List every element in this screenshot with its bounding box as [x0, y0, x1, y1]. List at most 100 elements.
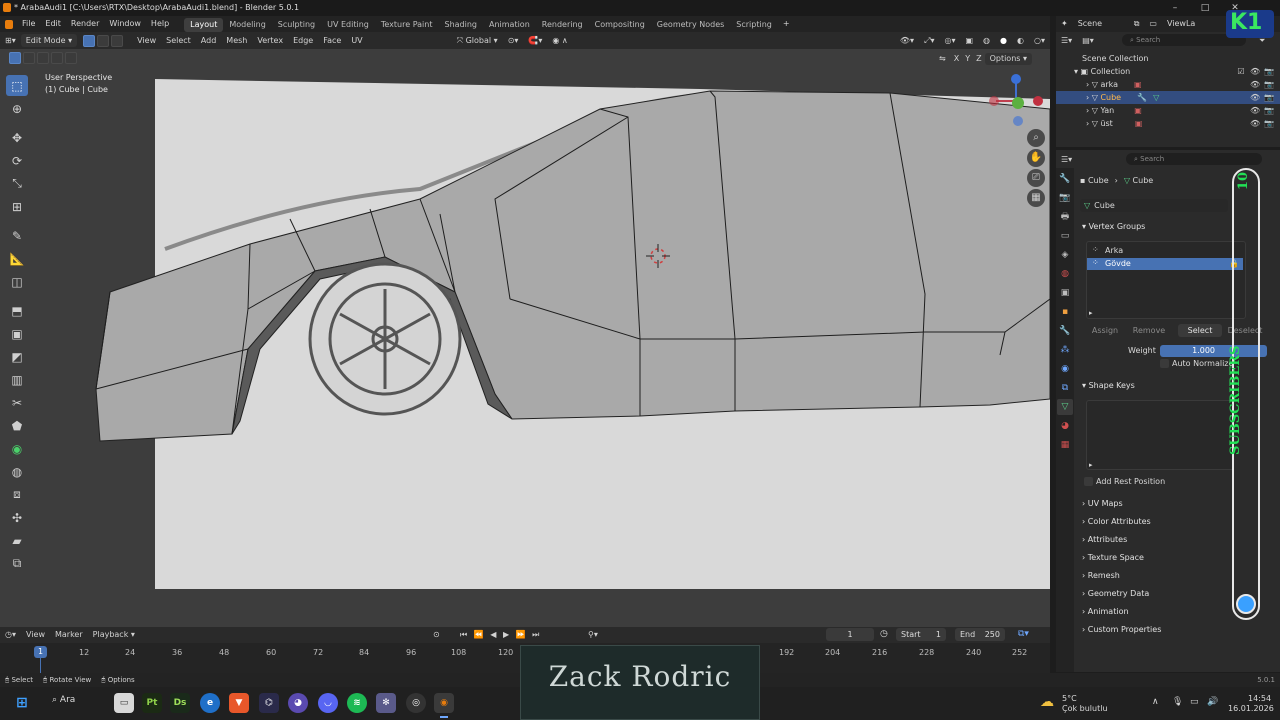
- add-rest-position-checkbox[interactable]: [1084, 477, 1093, 486]
- vertex-group-arka[interactable]: Arka: [1087, 245, 1243, 257]
- tab-scripting[interactable]: Scripting: [730, 18, 778, 32]
- menu-edit[interactable]: Edit: [40, 16, 66, 32]
- 3d-viewport[interactable]: User Perspective (1) Cube | Cube ⇋ X Y Z…: [0, 49, 1050, 627]
- taskbar-search[interactable]: ⌕ Ara: [52, 695, 75, 705]
- mirror-z-toggle[interactable]: Z: [973, 53, 984, 65]
- remove-button[interactable]: Remove: [1128, 324, 1170, 337]
- ust-visibility-icon[interactable]: 👁: [1250, 117, 1260, 130]
- current-frame-field[interactable]: 1: [826, 628, 874, 641]
- poly-build-tool-icon[interactable]: ⬟: [6, 415, 28, 436]
- discord-icon[interactable]: ◡: [318, 693, 338, 713]
- volume-icon[interactable]: 🔊: [1207, 697, 1218, 707]
- timeline-menu-playback[interactable]: Playback ▾: [88, 627, 140, 643]
- editor-type-icon[interactable]: ⊞▾: [0, 32, 21, 49]
- timeline-menu-marker[interactable]: Marker: [50, 627, 88, 643]
- collection-render-icon[interactable]: 📷: [1264, 65, 1274, 78]
- transform-tool-icon[interactable]: ⊞: [6, 196, 28, 217]
- section-texture-space[interactable]: › Texture Space: [1082, 552, 1232, 564]
- designer-app-icon[interactable]: Ds: [170, 693, 190, 713]
- cube-visibility-icon[interactable]: 👁: [1250, 91, 1260, 104]
- mesh-data-name-field[interactable]: ▽ Cube: [1080, 199, 1228, 212]
- spin-tool-icon[interactable]: ◉: [6, 438, 28, 459]
- collection-row[interactable]: ▾ ▣ Collection ☑ 👁 📷: [1056, 65, 1280, 78]
- microphone-icon[interactable]: 🎙: [1172, 697, 1183, 707]
- spotify-icon[interactable]: ≋: [347, 693, 367, 713]
- gizmo-icon[interactable]: ⤢▾: [919, 32, 939, 49]
- menu-edge[interactable]: Edge: [288, 32, 318, 49]
- record-icon[interactable]: ⊙: [428, 627, 445, 643]
- constraints-tab-icon[interactable]: ⧉: [1057, 380, 1073, 396]
- tab-geometry-nodes[interactable]: Geometry Nodes: [651, 18, 730, 32]
- outliner-item-arka[interactable]: › ▽ arka ▣ 👁 📷: [1056, 78, 1280, 91]
- menu-vertex[interactable]: Vertex: [252, 32, 288, 49]
- tab-uv-editing[interactable]: UV Editing: [321, 18, 375, 32]
- assign-button[interactable]: Assign: [1086, 324, 1124, 337]
- auto-normalize-checkbox[interactable]: [1160, 359, 1169, 368]
- outliner-item-ust[interactable]: › ▽ üst ▣ 👁 📷: [1056, 117, 1280, 130]
- face-select-icon[interactable]: [111, 34, 124, 47]
- tab-layout[interactable]: Layout: [184, 17, 224, 32]
- file-explorer-icon[interactable]: ▭: [114, 693, 134, 713]
- modifier-tab-icon[interactable]: 🔧: [1057, 323, 1073, 339]
- texture-tab-icon[interactable]: ▦: [1057, 437, 1073, 453]
- select-subtract-icon[interactable]: [37, 52, 49, 64]
- timeline-view-icon[interactable]: ⧉▾: [1018, 629, 1029, 639]
- shading-material-icon[interactable]: ◐: [1012, 32, 1029, 49]
- mirror-y-toggle[interactable]: Y: [962, 53, 973, 65]
- blender-taskbar-icon[interactable]: ◉: [434, 693, 454, 713]
- bevel-tool-icon[interactable]: ◩: [6, 346, 28, 367]
- rotate-tool-icon[interactable]: ⟳: [6, 150, 28, 171]
- object-tab-icon[interactable]: ▪: [1057, 304, 1073, 320]
- tray-expand-icon[interactable]: ∧: [1152, 697, 1159, 707]
- world-tab-icon[interactable]: ◍: [1057, 266, 1073, 282]
- transform-orientation[interactable]: ⤧ Global ▾: [452, 32, 503, 49]
- section-geometry-data[interactable]: › Geometry Data: [1082, 588, 1232, 600]
- select-invert-icon[interactable]: [51, 52, 63, 64]
- timeline-editor-icon[interactable]: ◷▾: [0, 627, 21, 643]
- smooth-tool-icon[interactable]: ◍: [6, 461, 28, 482]
- menu-view[interactable]: View: [132, 32, 161, 49]
- camera-view-icon[interactable]: ⎚: [1027, 169, 1045, 187]
- outliner-item-yan[interactable]: › ▽ Yan ▣ 👁 📷: [1056, 104, 1280, 117]
- collection-checkbox-icon[interactable]: ☑: [1236, 65, 1246, 78]
- blender-menu-icon[interactable]: [5, 19, 13, 29]
- move-tool-icon[interactable]: ✥: [6, 127, 28, 148]
- add-rest-position-row[interactable]: Add Rest Position: [1084, 477, 1165, 486]
- tab-texture-paint[interactable]: Texture Paint: [375, 18, 439, 32]
- tab-rendering[interactable]: Rendering: [536, 18, 589, 32]
- section-uv-maps[interactable]: › UV Maps: [1082, 498, 1232, 510]
- shading-wireframe-icon[interactable]: ◍: [978, 32, 995, 49]
- painter-app-icon[interactable]: Pt: [142, 693, 162, 713]
- tab-shading[interactable]: Shading: [438, 18, 483, 32]
- options-dropdown[interactable]: Options ▾: [984, 53, 1032, 65]
- inset-tool-icon[interactable]: ▣: [6, 323, 28, 344]
- select-button[interactable]: Select: [1178, 324, 1222, 337]
- menu-file[interactable]: File: [17, 16, 40, 32]
- scene-copy-icon[interactable]: ⧉: [1129, 16, 1145, 32]
- tab-sculpting[interactable]: Sculpting: [272, 18, 321, 32]
- mirror-x-toggle[interactable]: X: [951, 53, 962, 65]
- shear-tool-icon[interactable]: ▰: [6, 530, 28, 551]
- maximize-button[interactable]: □: [1190, 0, 1220, 16]
- tool-tab-icon[interactable]: 🔧: [1057, 171, 1073, 187]
- select-new-icon[interactable]: [9, 52, 21, 64]
- select-extend-icon[interactable]: [23, 52, 35, 64]
- outliner-editor-icon[interactable]: ☰▾: [1056, 32, 1077, 49]
- section-custom-properties[interactable]: › Custom Properties: [1082, 624, 1232, 636]
- menu-render[interactable]: Render: [66, 16, 104, 32]
- properties-search-input[interactable]: ⌕ Search: [1126, 153, 1262, 165]
- brave-browser-icon[interactable]: ▼: [229, 693, 249, 713]
- vertex-groups-header[interactable]: ▾ Vertex Groups: [1082, 221, 1232, 233]
- render-tab-icon[interactable]: 📷: [1057, 190, 1073, 206]
- end-frame-field[interactable]: End 250: [955, 628, 1005, 641]
- gizmo-x-axis[interactable]: [1033, 96, 1043, 106]
- vertex-select-icon[interactable]: [83, 34, 96, 47]
- section-color-attributes[interactable]: › Color Attributes: [1082, 516, 1232, 528]
- tab-modeling[interactable]: Modeling: [223, 18, 271, 32]
- edge-browser-icon[interactable]: e: [200, 693, 220, 713]
- vertex-group-govde[interactable]: Gövde 🔒: [1087, 258, 1243, 270]
- arka-visibility-icon[interactable]: 👁: [1250, 78, 1260, 91]
- app-icon[interactable]: ⌬: [259, 693, 279, 713]
- gizmo-y-axis[interactable]: [1012, 97, 1024, 109]
- cursor-tool-icon[interactable]: ⊕: [6, 98, 28, 119]
